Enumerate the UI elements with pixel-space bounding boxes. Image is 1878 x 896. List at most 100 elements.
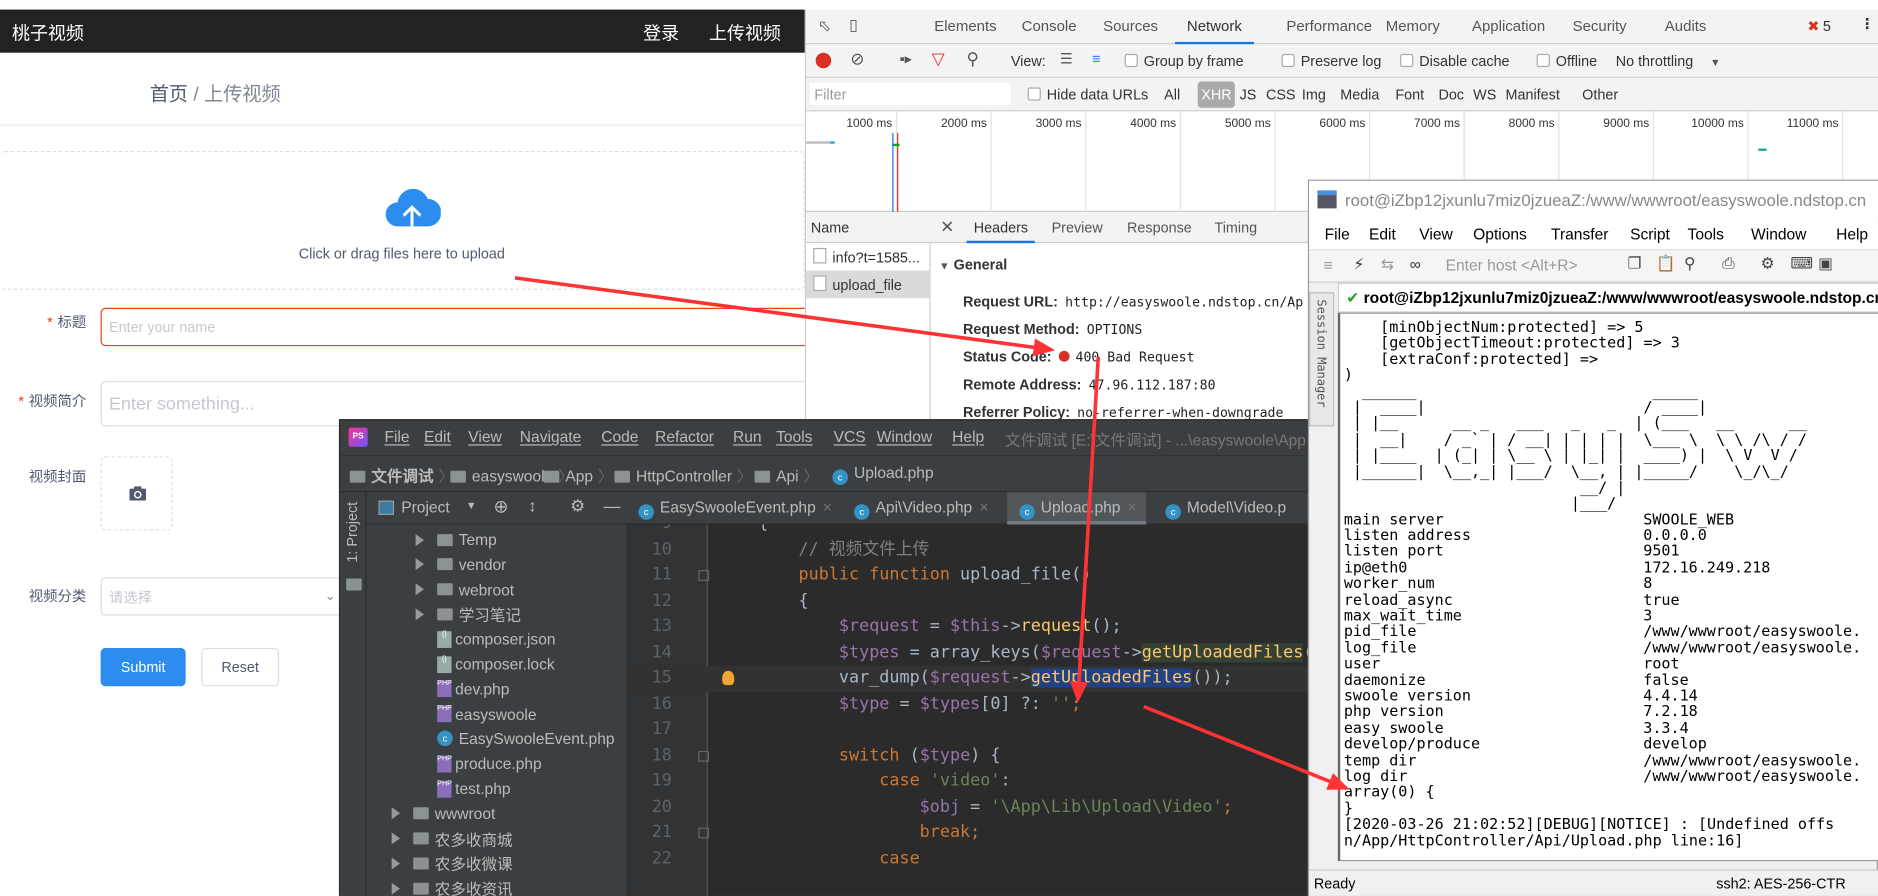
ide-menu-window[interactable]: Window [877,428,932,446]
ide-menu-edit[interactable]: Edit [424,428,451,446]
tree-item[interactable]: {} composer.json [416,627,556,652]
tree-item[interactable]: vendor [415,552,506,577]
breadcrumb-item[interactable]: Api 〉 [754,464,819,487]
breadcrumb-item[interactable]: c Upload.php [832,464,934,486]
type-filter-manifest[interactable]: Manifest [1506,86,1560,103]
nav-upload[interactable]: 上传视频 [709,20,781,45]
lock-icon[interactable]: ▣ [1818,254,1833,273]
overview-icon[interactable]: ≡ [1092,50,1100,67]
name-column-header[interactable]: Name [806,211,931,244]
gear-icon[interactable]: ⚙ [570,496,585,516]
settings-icon[interactable]: ⚙ [1761,254,1775,273]
device-toolbar-icon[interactable]: ▯ [849,16,858,35]
filter-input[interactable]: Filter [808,81,1013,107]
project-tool-tab[interactable]: 1: Project [344,502,361,563]
large-rows-icon[interactable]: ☰ [1060,50,1073,67]
xshell-menu-script[interactable]: Script [1630,225,1670,243]
general-section[interactable]: ▼ General [939,256,1007,273]
code-editor[interactable]: 9{10 // 视频文件上传11 public function upload_… [626,524,1310,896]
error-icon[interactable]: ✖ [1807,18,1819,35]
tab-headers[interactable]: Headers [966,219,1036,244]
tree-item[interactable]: 农多收商城 [391,826,513,851]
close-tab-icon[interactable]: × [1128,498,1137,516]
disconnect-icon[interactable]: ∞ [1410,255,1421,273]
title-input[interactable]: Enter your name [100,307,820,347]
xshell-menu-view[interactable]: View [1419,225,1452,243]
tab-performance[interactable]: Performance [1286,18,1372,35]
group-by-frame-checkbox[interactable]: Group by frame [1124,53,1244,69]
expand-arrow-icon[interactable] [415,583,424,596]
type-filter-other[interactable]: Other [1582,86,1618,103]
tree-item[interactable]: 学习笔记 [415,602,521,627]
breadcrumb-item[interactable]: HttpController 〉 [614,464,752,487]
tab-memory[interactable]: Memory [1386,18,1440,35]
request-row-selected[interactable]: upload_file [806,270,931,299]
submit-button[interactable]: Submit [100,647,186,687]
upload-dropzone[interactable]: Click or drag files here to upload [0,150,805,290]
ide-menu-navigate[interactable]: Navigate [520,428,581,446]
type-filter-css[interactable]: CSS [1266,86,1296,103]
new-session-icon[interactable]: ≡ [1323,256,1332,274]
inspect-element-icon[interactable]: ⬁ [818,17,831,36]
nav-login[interactable]: 登录 [643,20,679,45]
type-filter-media[interactable]: Media [1340,86,1379,103]
xshell-menu-transfer[interactable]: Transfer [1551,225,1608,243]
hide-data-urls-checkbox[interactable]: Hide data URLs [1027,86,1148,103]
print-icon[interactable]: ⎙ [1722,254,1734,273]
type-filter-all[interactable]: All [1164,86,1180,103]
ide-menu-refactor[interactable]: Refactor [655,428,714,446]
connect-icon[interactable]: ⚡ [1353,255,1364,274]
xshell-menu-help[interactable]: Help [1836,225,1868,243]
session-tab[interactable]: ✔ root@iZbp12jxunlu7miz0jzueaZ:/www/wwwr… [1337,282,1878,313]
preserve-log-checkbox[interactable]: Preserve log [1281,53,1381,69]
xshell-menu-file[interactable]: File [1325,225,1350,243]
throttling-select[interactable]: No throttling ▼ [1616,53,1721,70]
tab-security[interactable]: Security [1573,18,1627,35]
tab-preview[interactable]: Preview [1052,219,1103,236]
breadcrumb-item[interactable]: App 〉 [543,464,613,487]
tree-item[interactable]: PHP easyswoole [416,701,536,726]
fold-marker-icon[interactable] [698,750,710,762]
tree-item[interactable]: {} composer.lock [416,652,555,677]
reconnect-icon[interactable]: ⇆ [1381,255,1394,274]
tree-item[interactable]: 农多收资讯 [391,876,513,896]
type-filter-xhr[interactable]: XHR [1197,81,1236,108]
ide-menu-vcs[interactable]: VCS [834,428,866,446]
collapse-all-icon[interactable]: ↕ [528,496,536,515]
editor-tab-upload-php[interactable]: c Upload.php × [1007,492,1147,525]
tab-sources[interactable]: Sources [1103,18,1158,35]
session-manager-tab[interactable]: Session Manager [1309,292,1335,427]
tree-item[interactable]: 农多收微课 [391,851,513,876]
expand-arrow-icon[interactable] [391,857,401,870]
host-input[interactable]: Enter host <Alt+R> [1446,256,1578,274]
editor-tab-model-video-p[interactable]: c Model\Video.p [1153,492,1295,524]
cover-upload[interactable] [100,456,173,531]
request-row[interactable]: info?t=1585... [806,243,931,271]
category-select[interactable]: 请选择 ⌄ [100,577,353,616]
xshell-menu-window[interactable]: Window [1751,225,1806,243]
clear-icon[interactable]: ⊘ [850,49,864,69]
close-icon[interactable]: ✕ [940,217,954,237]
tree-item[interactable]: c EasySwooleEvent.php [416,726,615,751]
tab-elements[interactable]: Elements [934,18,996,35]
tree-item[interactable]: wwwroot [391,801,495,826]
error-count[interactable]: 5 [1823,18,1831,35]
ide-menu-run[interactable]: Run [733,428,762,446]
filter-icon[interactable]: ▽ [932,49,945,69]
tree-item[interactable]: webroot [415,577,514,602]
expand-arrow-icon[interactable] [391,882,401,895]
screenshot-camera-icon[interactable]: ▪▸ [899,50,911,67]
tree-item[interactable]: Temp [415,527,497,552]
type-filter-img[interactable]: Img [1302,86,1326,103]
xshell-menu-edit[interactable]: Edit [1369,225,1396,243]
ide-menu-code[interactable]: Code [601,428,638,446]
disable-cache-checkbox[interactable]: Disable cache [1400,53,1510,69]
type-filter-ws[interactable]: WS [1473,86,1496,103]
expand-arrow-icon[interactable] [415,608,424,621]
tree-item[interactable]: PHP dev.php [416,676,509,701]
search-icon[interactable]: ⚲ [967,49,979,69]
close-tab-icon[interactable]: × [979,498,988,516]
tab-console[interactable]: Console [1022,18,1077,35]
xshell-menu-options[interactable]: Options [1473,225,1527,243]
expand-arrow-icon[interactable] [415,533,424,546]
